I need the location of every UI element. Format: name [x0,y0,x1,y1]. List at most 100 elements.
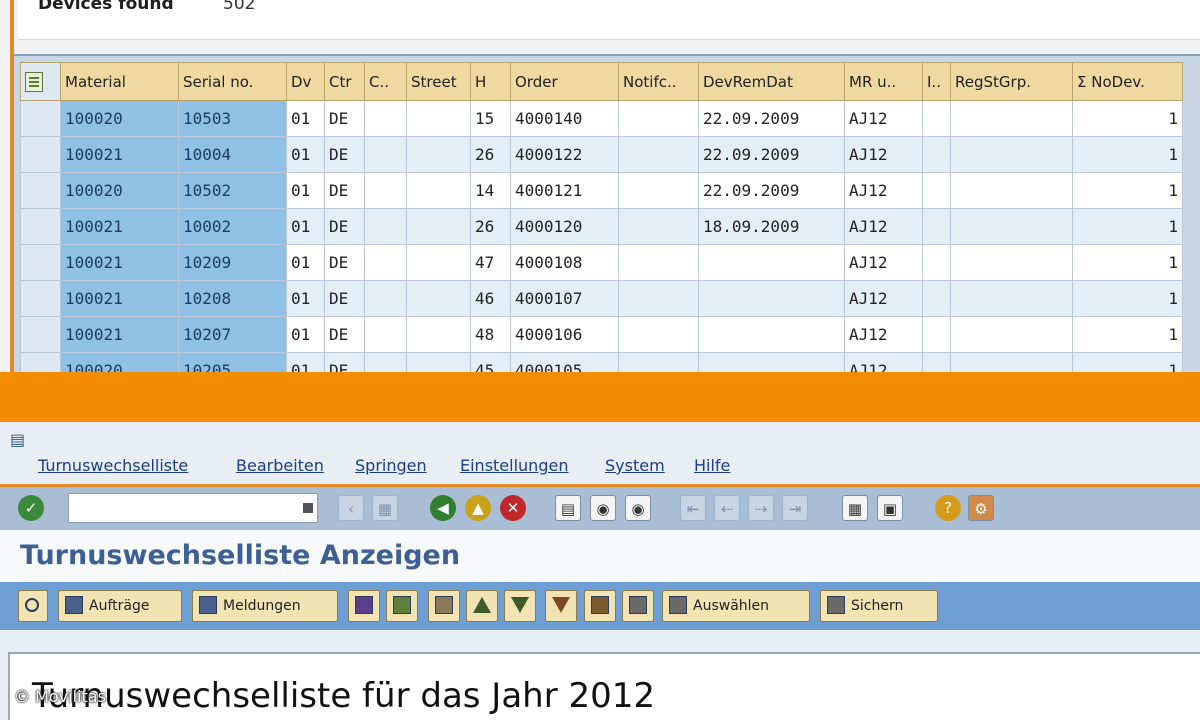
table-row[interactable]: 100021 10209 01 DE 47 4000108 AJ12 1 [20,244,1183,281]
cell-street[interactable] [406,316,471,353]
table-row[interactable]: 100020 10502 01 DE 14 4000121 22.09.2009 AJ12 1 [20,172,1183,209]
cell-street[interactable] [406,172,471,209]
cell-i[interactable] [922,316,951,353]
table-row[interactable]: 100021 10002 01 DE 26 4000120 18.09.2009 AJ12 1 [20,208,1183,245]
menu-bearbeiten[interactable]: Bearbeiten [236,456,324,475]
cell-division[interactable]: 01 [286,136,325,173]
cell-dev-rem-date[interactable] [698,352,845,372]
layout-button[interactable] [20,62,61,101]
sichern-button[interactable]: Sichern [820,590,938,622]
row-selector[interactable] [20,100,61,137]
cell-city[interactable] [364,208,407,245]
cell-material[interactable]: 100021 [60,280,179,317]
cell-mr-unit[interactable]: AJ12 [844,352,923,372]
cell-no-dev[interactable]: 1 [1072,352,1183,372]
cell-country[interactable]: DE [324,316,365,353]
cell-serial-no[interactable]: 10205 [178,352,287,372]
cell-serial-no[interactable]: 10004 [178,136,287,173]
cell-city[interactable] [364,172,407,209]
row-selector[interactable] [20,352,61,372]
cell-mr-unit[interactable]: AJ12 [844,100,923,137]
table-row[interactable]: 100021 10207 01 DE 48 4000106 AJ12 1 [20,316,1183,353]
cell-no-dev[interactable]: 1 [1072,172,1183,209]
column-header-no-dev[interactable]: Σ NoDev. [1072,62,1183,101]
cell-notification[interactable] [618,136,699,173]
cell-no-dev[interactable]: 1 [1072,136,1183,173]
find-next-icon[interactable]: ◉ [625,495,651,521]
cell-serial-no[interactable]: 10209 [178,244,287,281]
cell-notification[interactable] [618,244,699,281]
column-header-country[interactable]: Ctr [324,62,365,101]
sum-button[interactable] [584,590,616,622]
auftraege-button[interactable]: Aufträge [58,590,182,622]
cell-material[interactable]: 100021 [60,208,179,245]
cell-country[interactable]: DE [324,208,365,245]
cell-material[interactable]: 100020 [60,352,179,372]
cell-city[interactable] [364,280,407,317]
table-row[interactable]: 100020 10205 01 DE 45 4000105 AJ12 1 [20,352,1183,372]
cell-street[interactable] [406,352,471,372]
menu-springen[interactable]: Springen [355,456,427,475]
cell-country[interactable]: DE [324,244,365,281]
command-history-icon[interactable] [303,503,313,513]
cell-reg-st-grp[interactable] [950,172,1073,209]
cell-serial-no[interactable]: 10208 [178,280,287,317]
cell-reg-st-grp[interactable] [950,208,1073,245]
cell-notification[interactable] [618,280,699,317]
customize-layout-icon[interactable]: ⚙ [968,495,994,521]
cell-country[interactable]: DE [324,172,365,209]
menu-turnuswechselliste[interactable]: Turnuswechselliste [38,456,188,475]
cell-dev-rem-date[interactable]: 18.09.2009 [698,208,845,245]
print-icon[interactable]: ▤ [555,495,581,521]
cell-city[interactable] [364,352,407,372]
cell-material[interactable]: 100021 [60,316,179,353]
cell-notification[interactable] [618,208,699,245]
cell-order[interactable]: 4000122 [510,136,619,173]
menu-einstellungen[interactable]: Einstellungen [460,456,568,475]
table-row[interactable]: 100020 10503 01 DE 15 4000140 22.09.2009 AJ12 1 [20,100,1183,137]
cell-street[interactable] [406,136,471,173]
cell-division[interactable]: 01 [286,280,325,317]
cell-mr-unit[interactable]: AJ12 [844,208,923,245]
cell-street[interactable] [406,280,471,317]
cell-street[interactable] [406,100,471,137]
cell-i[interactable] [922,100,951,137]
column-header-division[interactable]: Dv [286,62,325,101]
enter-icon[interactable]: ✓ [18,495,44,521]
column-header-notification[interactable]: Notifc.. [618,62,699,101]
menu-hilfe[interactable]: Hilfe [694,456,730,475]
cell-dev-rem-date[interactable]: 22.09.2009 [698,136,845,173]
auswaehlen-button[interactable]: Auswählen [662,590,810,622]
create-session-icon[interactable]: ▦ [842,495,868,521]
cell-division[interactable]: 01 [286,172,325,209]
cell-material[interactable]: 100021 [60,244,179,281]
cell-city[interactable] [364,244,407,281]
cell-country[interactable]: DE [324,136,365,173]
cell-i[interactable] [922,244,951,281]
cell-dev-rem-date[interactable] [698,244,845,281]
cell-serial-no[interactable]: 10502 [178,172,287,209]
column-header-i[interactable]: I.. [922,62,951,101]
cell-division[interactable]: 01 [286,100,325,137]
cell-country[interactable]: DE [324,100,365,137]
edit-button[interactable] [428,590,460,622]
column-header-city[interactable]: C.. [364,62,407,101]
cancel-icon[interactable]: ✕ [500,495,526,521]
sort-ascending-button[interactable] [466,590,498,622]
cell-notification[interactable] [618,316,699,353]
column-header-house[interactable]: H [470,62,511,101]
cell-i[interactable] [922,352,951,372]
search-button[interactable] [18,590,48,622]
column-header-serial-no[interactable]: Serial no. [178,62,287,101]
cell-order[interactable]: 4000121 [510,172,619,209]
cell-dev-rem-date[interactable]: 22.09.2009 [698,172,845,209]
cell-division[interactable]: 01 [286,244,325,281]
cell-notification[interactable] [618,100,699,137]
exit-icon[interactable]: ▲ [465,495,491,521]
menu-system[interactable]: System [605,456,665,475]
cell-reg-st-grp[interactable] [950,316,1073,353]
cell-serial-no[interactable]: 10002 [178,208,287,245]
shortcut-icon[interactable]: ▣ [877,495,903,521]
subtotal-button[interactable] [622,590,654,622]
filter-button[interactable] [545,590,577,622]
